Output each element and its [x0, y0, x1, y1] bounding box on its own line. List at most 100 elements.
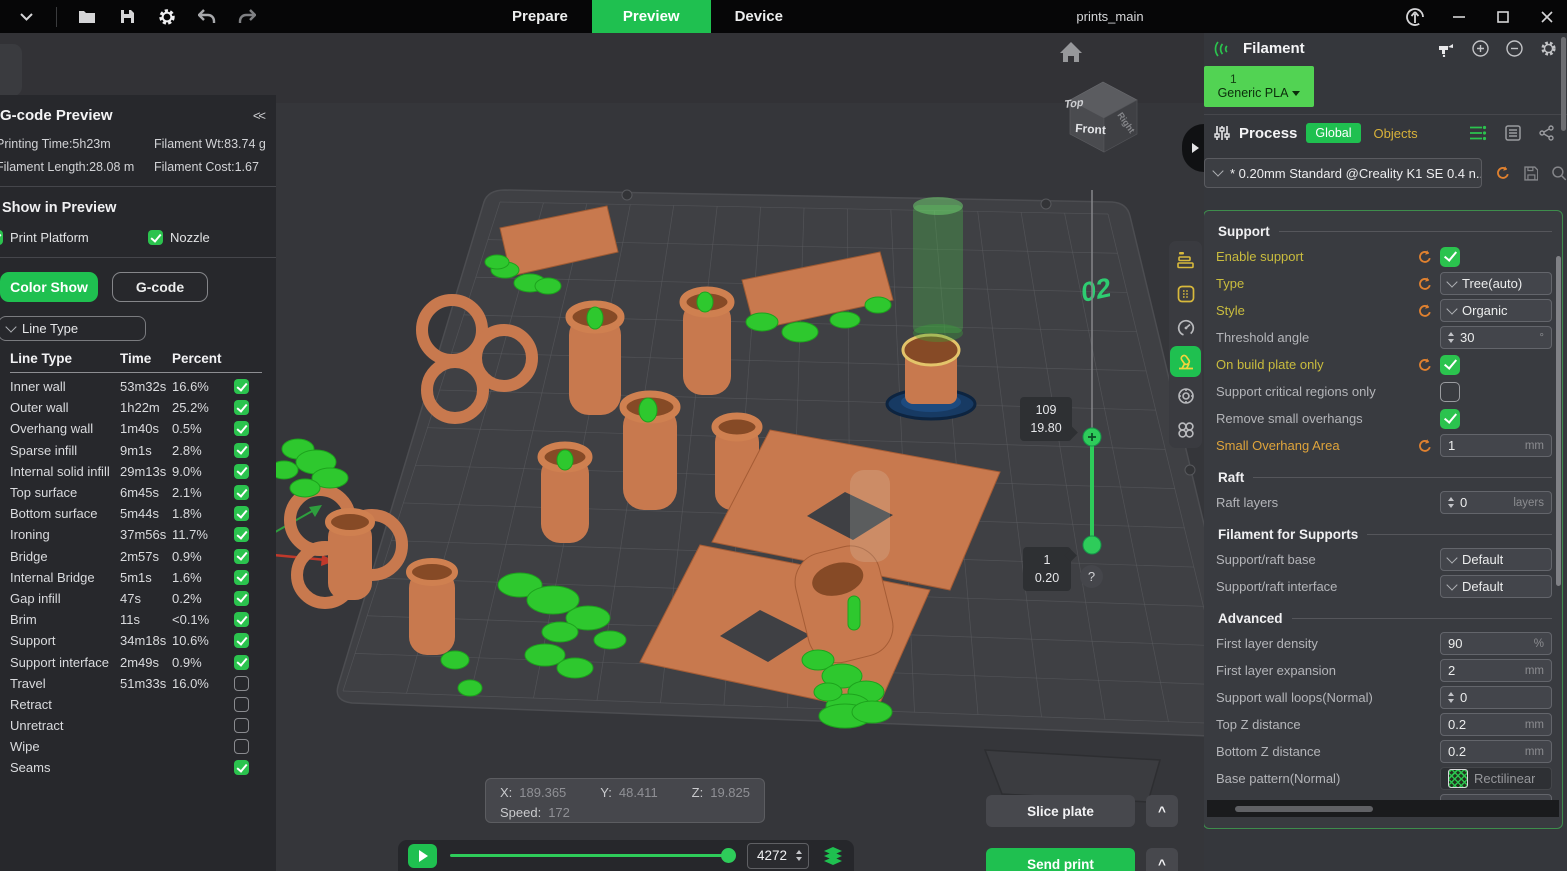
save-icon[interactable] — [117, 7, 137, 27]
setting-input[interactable]: 2mm — [1440, 659, 1552, 682]
row-visibility-checkbox[interactable] — [234, 464, 249, 479]
setting-input[interactable]: 0.2mm — [1440, 740, 1552, 763]
setting-input[interactable]: Rectilinear — [1440, 767, 1552, 790]
tab-speed[interactable] — [1170, 312, 1201, 343]
tab-support[interactable] — [1170, 346, 1201, 377]
setting-input[interactable]: 0 — [1440, 686, 1552, 709]
expand-all-settings-icon[interactable] — [1469, 125, 1487, 141]
row-visibility-checkbox[interactable] — [234, 421, 249, 436]
search-settings-icon[interactable] — [1551, 165, 1567, 181]
setting-checkbox[interactable] — [1440, 355, 1460, 375]
process-preset-dropdown[interactable]: * 0.20mm Standard @Creality K1 SE 0.4 n.… — [1204, 158, 1482, 188]
compare-presets-icon[interactable] — [1539, 125, 1555, 141]
scope-objects-tab[interactable]: Objects — [1374, 126, 1418, 141]
setting-input[interactable]: 30° — [1440, 326, 1552, 349]
tab-seam[interactable] — [1170, 380, 1201, 411]
move-number-input[interactable]: 4272 — [747, 843, 809, 869]
layers-view-icon[interactable] — [822, 845, 844, 867]
row-visibility-checkbox[interactable] — [234, 697, 249, 712]
settings-table-icon[interactable] — [1505, 125, 1521, 141]
row-visibility-checkbox[interactable] — [234, 633, 249, 648]
scope-global-tab[interactable]: Global — [1306, 123, 1360, 143]
collapsed-panel-tab[interactable] — [0, 44, 22, 96]
tab-others[interactable] — [1170, 414, 1201, 445]
spinner-arrows-icon[interactable] — [796, 850, 802, 861]
setting-input[interactable]: 1mm — [1440, 434, 1552, 457]
reset-icon[interactable] — [1417, 438, 1433, 454]
play-button[interactable] — [408, 844, 437, 868]
spinner-arrows-icon[interactable] — [1448, 332, 1454, 343]
reset-icon[interactable] — [1417, 249, 1433, 265]
gcode-button[interactable]: G-code — [112, 272, 208, 302]
tab-preview[interactable]: Preview — [592, 0, 711, 33]
tab-strength[interactable] — [1170, 278, 1201, 309]
reset-icon[interactable] — [1417, 303, 1433, 319]
reset-icon[interactable] — [1417, 276, 1433, 292]
slice-plate-button[interactable]: Slice plate — [986, 795, 1135, 827]
send-print-button[interactable]: Send print — [986, 848, 1135, 871]
move-slider-handle[interactable] — [721, 848, 736, 863]
nozzle-checkbox[interactable] — [148, 230, 163, 245]
slider-bottom-handle[interactable] — [1083, 536, 1101, 554]
slider-help-button[interactable]: ? — [1080, 565, 1103, 588]
setting-dropdown[interactable]: Tree(auto) — [1440, 272, 1552, 295]
setting-input[interactable]: 90% — [1440, 632, 1552, 655]
row-visibility-checkbox[interactable] — [234, 443, 249, 458]
setting-checkbox[interactable] — [1440, 247, 1460, 267]
remove-filament-icon[interactable] — [1506, 40, 1523, 57]
tab-prepare[interactable]: Prepare — [488, 0, 592, 33]
row-visibility-checkbox[interactable] — [234, 718, 249, 733]
close-button[interactable] — [1537, 7, 1557, 27]
minimize-button[interactable] — [1449, 7, 1469, 27]
open-file-icon[interactable] — [77, 7, 97, 27]
row-visibility-checkbox[interactable] — [234, 570, 249, 585]
horizontal-scrollbar-thumb[interactable] — [1235, 806, 1373, 812]
row-visibility-checkbox[interactable] — [234, 760, 249, 775]
vertical-scrollbar-thumb[interactable] — [1556, 256, 1561, 586]
setting-dropdown[interactable]: Organic — [1440, 299, 1552, 322]
setting-checkbox[interactable] — [1440, 382, 1460, 402]
add-filament-icon[interactable] — [1472, 40, 1489, 57]
maximize-button[interactable] — [1493, 7, 1513, 27]
setting-input[interactable]: 0layers — [1440, 491, 1552, 514]
row-visibility-checkbox[interactable] — [234, 655, 249, 670]
redo-icon[interactable] — [237, 7, 257, 27]
row-visibility-checkbox[interactable] — [234, 527, 249, 542]
line-type-dropdown[interactable]: Line Type — [0, 316, 146, 341]
reset-preset-icon[interactable] — [1495, 165, 1511, 181]
upload-cloud-icon[interactable] — [1405, 7, 1425, 27]
save-preset-icon[interactable] — [1524, 166, 1539, 181]
move-slider[interactable] — [450, 854, 734, 857]
tab-device[interactable]: Device — [711, 0, 807, 33]
row-visibility-checkbox[interactable] — [234, 485, 249, 500]
spinner-arrows-icon[interactable] — [1448, 497, 1454, 508]
collapse-panel-button[interactable]: << — [253, 108, 264, 123]
unload-filament-icon[interactable] — [1437, 41, 1455, 57]
filament-slot-chip[interactable]: 1 Generic PLA — [1204, 66, 1314, 107]
slice-options-button[interactable]: ^ — [1146, 795, 1178, 827]
filament-settings-gear-icon[interactable] — [1540, 40, 1557, 57]
row-visibility-checkbox[interactable] — [234, 506, 249, 521]
undo-icon[interactable] — [197, 7, 217, 27]
row-visibility-checkbox[interactable] — [234, 612, 249, 627]
panel-scrollbar-thumb[interactable] — [1561, 37, 1566, 131]
setting-dropdown[interactable]: Default — [1440, 548, 1552, 571]
spinner-arrows-icon[interactable] — [1448, 692, 1454, 703]
row-visibility-checkbox[interactable] — [234, 379, 249, 394]
row-visibility-checkbox[interactable] — [234, 400, 249, 415]
window-menu-chevron-icon[interactable] — [16, 7, 36, 27]
setting-checkbox[interactable] — [1440, 409, 1460, 429]
row-visibility-checkbox[interactable] — [234, 549, 249, 564]
setting-input[interactable]: 0.2mm — [1440, 713, 1552, 736]
row-visibility-checkbox[interactable] — [234, 591, 249, 606]
tab-quality[interactable] — [1170, 244, 1201, 275]
setting-dropdown[interactable]: Default — [1440, 575, 1552, 598]
send-options-button[interactable]: ^ — [1146, 848, 1178, 871]
row-visibility-checkbox[interactable] — [234, 676, 249, 691]
print-platform-checkbox[interactable] — [0, 230, 3, 245]
reset-icon[interactable] — [1417, 357, 1433, 373]
horizontal-scrollbar[interactable] — [1207, 800, 1559, 817]
row-visibility-checkbox[interactable] — [234, 739, 249, 754]
color-show-button[interactable]: Color Show — [0, 272, 98, 302]
settings-gear-icon[interactable] — [157, 7, 177, 27]
